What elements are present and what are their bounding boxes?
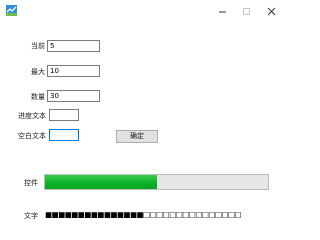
progress-fill [45, 175, 157, 189]
close-button[interactable] [260, 3, 282, 19]
empty-text-input[interactable] [49, 129, 79, 141]
confirm-button[interactable]: 确定 [116, 130, 158, 143]
minimize-button[interactable] [211, 3, 233, 19]
count-input[interactable]: 30 [47, 90, 100, 102]
close-icon [267, 7, 275, 15]
max-input[interactable]: 10 [47, 65, 100, 77]
control-label: 控件 [24, 179, 38, 187]
empty-text-label: 空白文本 [18, 132, 46, 140]
count-label: 数量 [31, 93, 45, 101]
maximize-button[interactable] [235, 3, 257, 19]
progress-text-input[interactable] [49, 109, 79, 121]
current-input[interactable]: 5 [47, 40, 100, 52]
app-icon [6, 5, 17, 16]
max-label: 最大 [31, 68, 45, 76]
text-progress-blocks: ■■■■■■■■■■■■■■■□□□□□□□□□□□□□□□ [45, 210, 242, 219]
title-bar [0, 0, 286, 22]
minimize-icon [218, 11, 226, 12]
maximize-icon [242, 7, 250, 15]
progress-bar [44, 174, 269, 190]
progress-text-label: 进度文本 [18, 112, 46, 120]
current-label: 当前 [31, 42, 45, 50]
text-label: 文字 [24, 212, 38, 220]
